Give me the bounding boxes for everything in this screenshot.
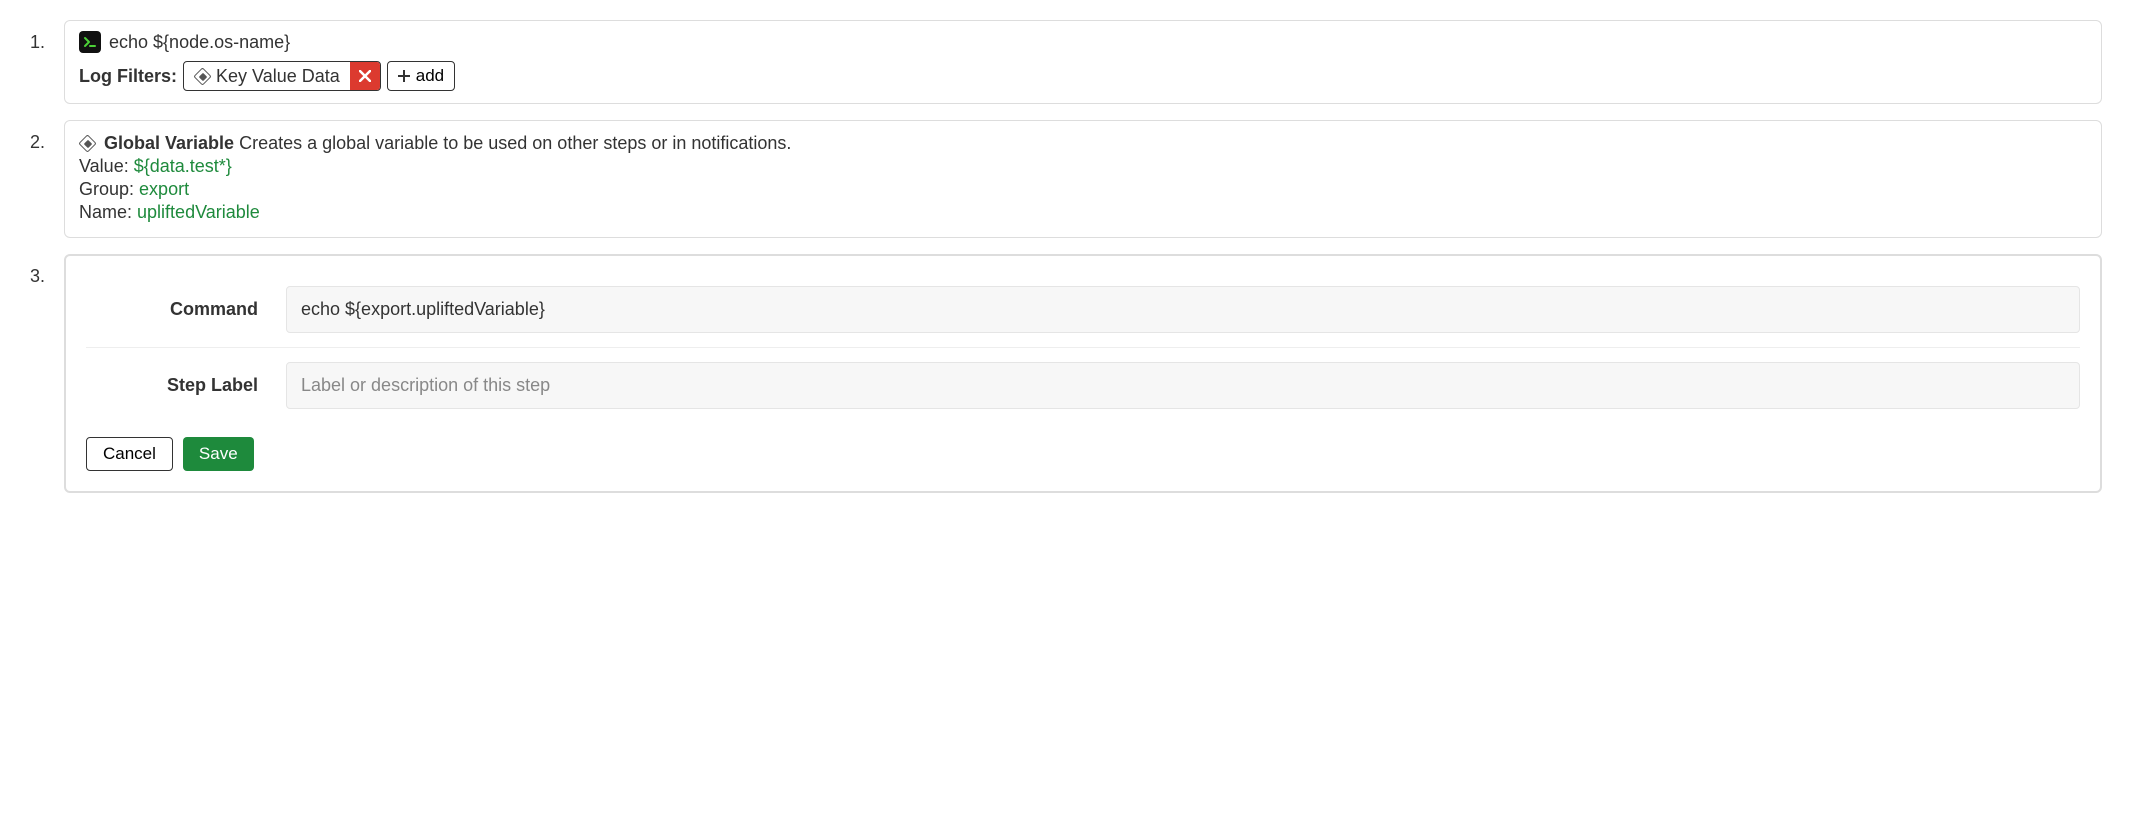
group-label: Group:: [79, 179, 134, 199]
name-label: Name:: [79, 202, 132, 222]
group-value: export: [139, 179, 189, 199]
filter-chip-label: Key Value Data: [216, 66, 340, 87]
close-icon: [359, 70, 371, 82]
global-variable-title: Global Variable: [104, 133, 234, 153]
remove-filter-button[interactable]: [350, 62, 380, 90]
step-label-label: Step Label: [86, 375, 286, 396]
value-value: ${data.test*}: [134, 156, 232, 176]
filter-chip[interactable]: Key Value Data: [183, 61, 381, 91]
diamond-icon: [194, 68, 210, 84]
diamond-icon: [79, 135, 95, 151]
name-value: upliftedVariable: [137, 202, 260, 222]
step-editor-card: Command Step Label Cancel Save: [64, 254, 2102, 493]
step-card[interactable]: Global Variable Creates a global variabl…: [64, 120, 2102, 238]
command-input[interactable]: [286, 286, 2080, 333]
step-item: Command Step Label Cancel Save: [20, 254, 2102, 493]
terminal-icon: [79, 31, 101, 53]
command-row: Command: [86, 272, 2080, 347]
global-variable-description: Creates a global variable to be used on …: [239, 133, 791, 153]
plus-icon: [398, 70, 410, 82]
save-button[interactable]: Save: [183, 437, 254, 471]
step-item: Global Variable Creates a global variabl…: [20, 120, 2102, 238]
add-filter-label: add: [416, 66, 444, 86]
workflow-steps-list: echo ${node.os-name} Log Filters: Key Va…: [20, 20, 2102, 493]
step-card[interactable]: echo ${node.os-name} Log Filters: Key Va…: [64, 20, 2102, 104]
command-label: Command: [86, 299, 286, 320]
step-label-row: Step Label: [86, 347, 2080, 423]
step-item: echo ${node.os-name} Log Filters: Key Va…: [20, 20, 2102, 104]
add-filter-button[interactable]: add: [387, 61, 455, 91]
value-label: Value:: [79, 156, 129, 176]
cancel-button[interactable]: Cancel: [86, 437, 173, 471]
command-text: echo ${node.os-name}: [109, 32, 290, 53]
log-filters-label: Log Filters:: [79, 66, 177, 87]
step-label-input[interactable]: [286, 362, 2080, 409]
